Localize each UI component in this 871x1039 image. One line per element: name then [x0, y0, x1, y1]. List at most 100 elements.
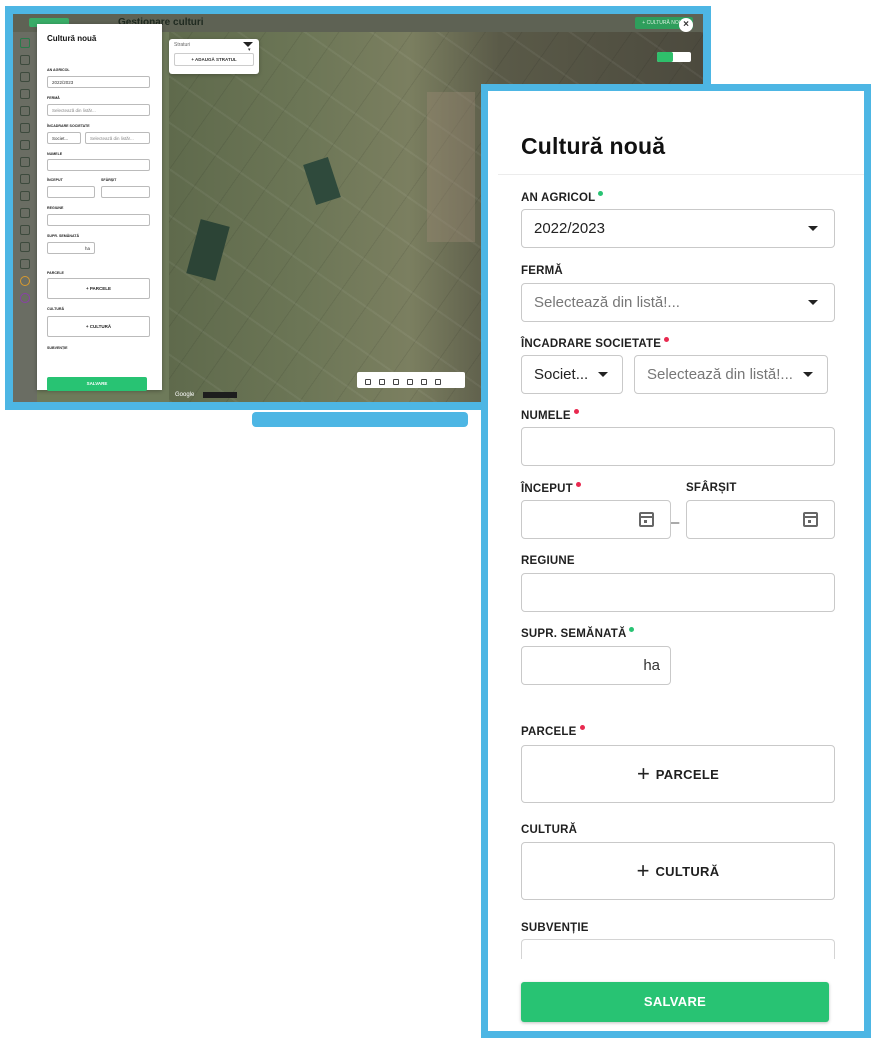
rail-calc-icon[interactable] [20, 242, 30, 252]
hectare-unit: ha [643, 657, 660, 674]
mini-form-title: Cultură nouă [47, 34, 97, 43]
required-dot-red [575, 482, 581, 487]
rail-tractor-icon[interactable] [20, 157, 30, 167]
required-dot-red [573, 409, 579, 414]
company-type-value: Societ... [534, 366, 589, 383]
rail-list-icon[interactable] [20, 191, 30, 201]
ferma-select[interactable]: Selectează din listă!... [521, 283, 835, 322]
mini-new-culture-form: Cultură nouă AN AGRICOL 2022/2023 FERMĂ … [37, 24, 162, 391]
sfarsit-label: SFÂRȘIT [686, 482, 737, 494]
rail-book-icon[interactable] [20, 89, 30, 99]
mini-area-input[interactable]: ha [47, 242, 95, 254]
required-dot-green [629, 627, 635, 632]
an-agricol-value: 2022/2023 [534, 220, 605, 237]
trash-icon[interactable] [435, 379, 441, 385]
map-town [427, 92, 475, 242]
mini-add-parcels-button[interactable]: + PARCELE [47, 278, 150, 299]
new-culture-form: Cultură nouă AN AGRICOL 2022/2023 FERMĂ … [488, 91, 864, 1031]
rail-map-icon[interactable] [20, 38, 30, 48]
chevron-down-icon [808, 226, 818, 231]
rail-chart-icon[interactable] [20, 140, 30, 150]
mini-label: SUPR. SEMĂNATĂ [47, 234, 80, 238]
inceput-label: ÎNCEPUT [521, 482, 581, 495]
add-crop-label: CULTURĂ [655, 864, 720, 879]
rail-cube-icon[interactable] [20, 174, 30, 184]
mini-company-select[interactable]: Selectează din listă!... [85, 132, 150, 144]
required-dot-green [598, 191, 604, 196]
rail-coin-icon[interactable] [20, 276, 30, 286]
parcele-label: PARCELE [521, 725, 585, 738]
calendar-icon[interactable] [803, 512, 818, 527]
plus-icon: + [636, 858, 650, 883]
google-attribution: Google [175, 392, 195, 398]
save-button[interactable]: SALVARE [521, 982, 829, 1022]
ferma-label: FERMĂ [521, 265, 563, 277]
name-input[interactable] [521, 427, 835, 466]
company-type-select[interactable]: Societ... [521, 355, 623, 394]
plus-icon: + [636, 761, 650, 786]
chevron-down-icon [808, 300, 818, 305]
rail-route-icon[interactable] [20, 106, 30, 116]
rail-doc-icon[interactable] [20, 72, 30, 82]
mini-add-crop-button[interactable]: + CULTURĂ [47, 316, 150, 337]
mini-label: SFÂRȘIT [101, 178, 117, 182]
chevron-down-icon [803, 372, 813, 377]
an-agricol-label: AN AGRICOL [521, 191, 604, 204]
mini-label: REGIUNE [47, 206, 64, 210]
add-crop-button[interactable]: + CULTURĂ [521, 842, 835, 900]
mini-label: SUBVENȚIE [47, 346, 68, 350]
rail-user-icon[interactable] [20, 293, 30, 303]
region-input[interactable] [521, 573, 835, 612]
mini-farm-select[interactable]: Selectează din listă!... [47, 104, 150, 116]
regiune-label: REGIUNE [521, 555, 575, 567]
date-range-separator: – [671, 514, 680, 531]
map-lake [186, 219, 230, 281]
rail-table-icon[interactable] [20, 208, 30, 218]
mini-label: NUMELE [47, 152, 63, 156]
sown-area-input[interactable]: ha [521, 646, 671, 685]
undo-icon[interactable] [421, 379, 427, 385]
ferma-placeholder: Selectează din listă!... [534, 294, 680, 311]
layers-panel[interactable]: Straturi ▾ + ADAUGĂ STRATUL [169, 39, 259, 74]
an-agricol-select[interactable]: 2022/2023 [521, 209, 835, 248]
map-toggle[interactable] [657, 52, 691, 62]
save-icon[interactable] [407, 379, 413, 385]
pencil-icon[interactable] [379, 379, 385, 385]
close-icon[interactable]: × [679, 18, 693, 32]
map-draw-toolbar[interactable] [357, 372, 465, 388]
end-date-input[interactable] [686, 500, 835, 539]
mini-end-date[interactable] [101, 186, 150, 198]
incadrare-label: ÎNCADRARE SOCIETATE [521, 337, 670, 350]
company-select[interactable]: Selectează din listă!... [634, 355, 828, 394]
rail-drop-icon[interactable] [20, 123, 30, 133]
rail-pin-icon[interactable] [20, 55, 30, 65]
mini-label: AN AGRICOL [47, 68, 70, 72]
numele-label: NUMELE [521, 409, 579, 422]
eraser-icon[interactable] [393, 379, 399, 385]
pointer-icon[interactable] [365, 379, 371, 385]
calendar-icon[interactable] [639, 512, 654, 527]
mini-year-select[interactable]: 2022/2023 [47, 76, 150, 88]
horizontal-scrollbar[interactable] [252, 412, 468, 427]
mini-label: ÎNCADRARE SOCIETATE [47, 124, 90, 128]
add-layer-button[interactable]: + ADAUGĂ STRATUL [174, 53, 254, 66]
mini-name-input[interactable] [47, 159, 150, 171]
subsidy-input[interactable] [521, 939, 835, 959]
required-dot-red [579, 725, 585, 730]
sidebar-rail [13, 32, 37, 402]
mini-start-date[interactable] [47, 186, 95, 198]
layers-select[interactable]: Straturi [174, 42, 254, 48]
start-date-input[interactable] [521, 500, 671, 539]
company-placeholder: Selectează din listă!... [647, 366, 793, 383]
mini-label: FERMĂ [47, 96, 60, 100]
mini-label: CULTURĂ [47, 307, 65, 311]
rail-report-icon[interactable] [20, 225, 30, 235]
rail-stats-icon[interactable] [20, 259, 30, 269]
add-parcels-button[interactable]: + PARCELE [521, 745, 835, 803]
zoomed-form-frame: Cultură nouă AN AGRICOL 2022/2023 FERMĂ … [481, 84, 871, 1038]
mini-save-button[interactable]: SALVARE [47, 377, 147, 391]
mini-region-input[interactable] [47, 214, 150, 226]
chevron-down-icon [598, 372, 608, 377]
subventie-label: SUBVENȚIE [521, 922, 589, 934]
mini-company-type-select[interactable]: Societ... [47, 132, 81, 144]
